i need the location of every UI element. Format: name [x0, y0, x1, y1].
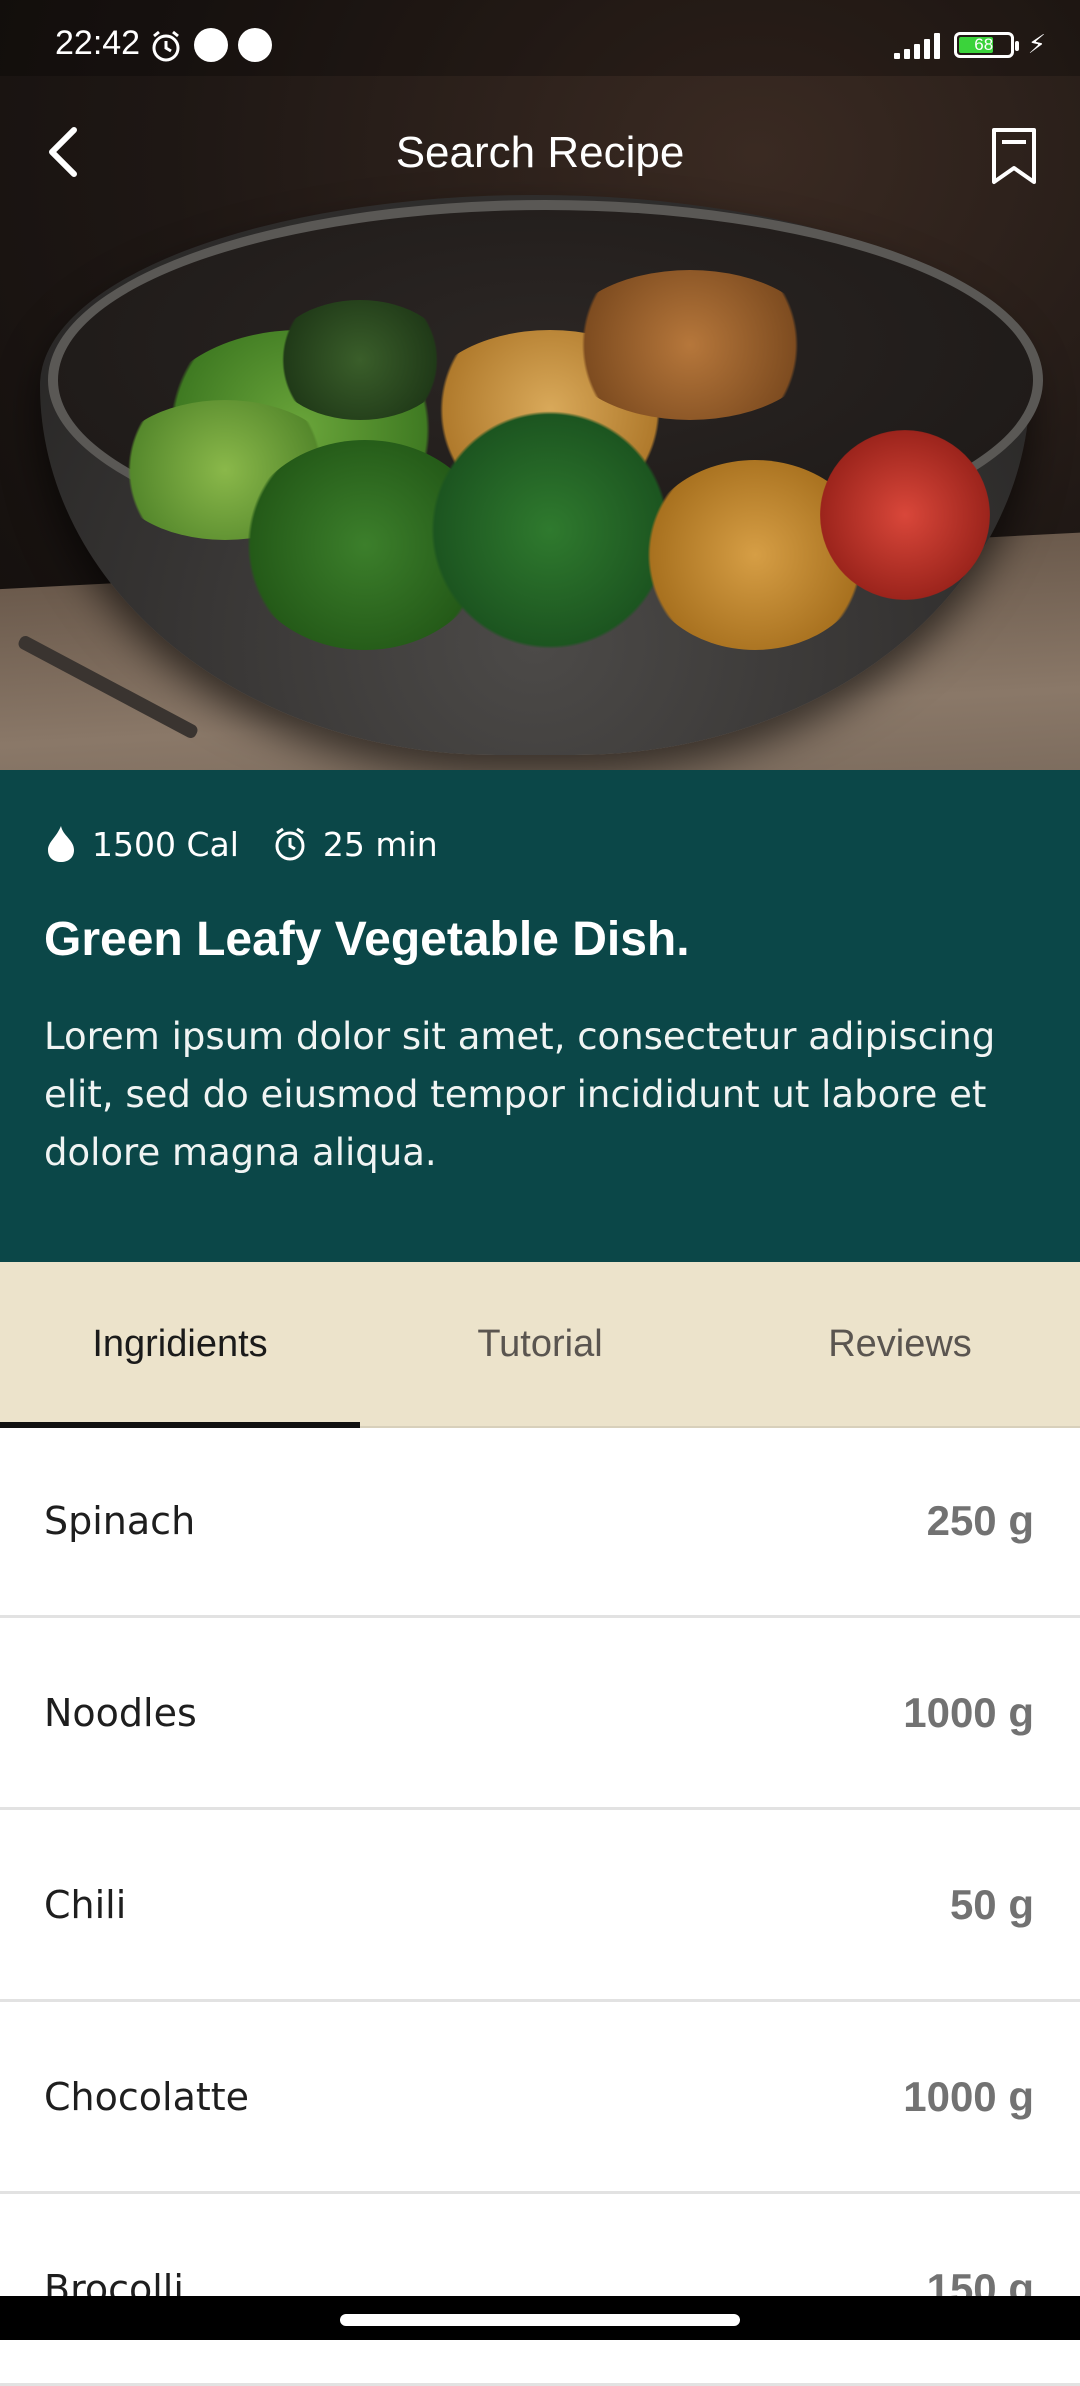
status-time: 22:42: [55, 24, 141, 62]
ingredient-name: Spinach: [44, 1498, 196, 1543]
ingredients-list: Spinach 250 g Noodles 1000 g Chili 50 g …: [0, 1426, 1080, 2386]
recipe-description: Lorem ipsum dolor sit amet, consectetur …: [44, 1015, 996, 1174]
tab-tutorial[interactable]: Tutorial: [360, 1262, 720, 1426]
tab-bar: Ingridients Tutorial Reviews: [0, 1262, 1080, 1428]
list-item[interactable]: Brocolli 150 g: [0, 2194, 1080, 2386]
ingredient-quantity: 1000 g: [903, 2072, 1034, 2120]
page-title: Search Recipe: [395, 128, 685, 177]
basil-leaf: [430, 410, 670, 650]
list-item[interactable]: Spinach 250 g: [0, 1426, 1080, 1618]
ingredient-name: Noodles: [44, 1690, 197, 1735]
time-text: 25 min: [322, 824, 438, 864]
ingredient-name: Chili: [44, 1882, 127, 1927]
recipe-hero-image: 22:42 68 ⚡ Search Recipe: [0, 0, 1080, 770]
recipe-info-panel: 1500 Cal 25 min Green Leafy Vegetable Di…: [0, 770, 1080, 1262]
status-icons: [148, 28, 272, 64]
list-item[interactable]: Chocolatte 1000 g: [0, 2002, 1080, 2194]
bookmark-icon: [992, 128, 1036, 184]
signal-icon: [893, 31, 940, 59]
charging-icon: ⚡: [1027, 30, 1046, 60]
battery-icon: 68: [953, 32, 1019, 58]
app-notification-icon: [238, 28, 272, 62]
bookmark-button[interactable]: [988, 124, 1040, 186]
home-indicator[interactable]: [340, 2314, 740, 2326]
app-notification-icon: [194, 28, 228, 62]
ingredient-quantity: 250 g: [926, 1496, 1034, 1544]
system-nav-bar: [0, 2296, 1080, 2340]
calories-text: 1500 Cal: [92, 824, 239, 864]
ingredient-quantity: 1000 g: [903, 1688, 1034, 1736]
tab-reviews[interactable]: Reviews: [720, 1262, 1080, 1426]
list-item[interactable]: Chili 50 g: [0, 1810, 1080, 2002]
alarm-icon: [152, 30, 180, 62]
ingredient-quantity: 50 g: [949, 1880, 1034, 1928]
recipe-title: Green Leafy Vegetable Dish.: [44, 913, 690, 966]
alarm-clock-icon: [275, 827, 305, 861]
greens: [270, 300, 450, 420]
list-item[interactable]: Noodles 1000 g: [0, 1618, 1080, 1810]
ingredient-name: Chocolatte: [44, 2074, 250, 2119]
noodles: [560, 270, 820, 420]
recipe-meta: 1500 Cal 25 min: [44, 824, 438, 864]
battery-level: 68: [974, 35, 994, 54]
status-right: 68 ⚡: [893, 30, 1046, 60]
tab-ingredients[interactable]: Ingridients: [0, 1262, 360, 1428]
time-info: 25 min: [271, 825, 438, 864]
flame-icon: [48, 826, 74, 862]
strawberry: [820, 430, 990, 600]
calories-info: 1500 Cal: [44, 824, 239, 864]
